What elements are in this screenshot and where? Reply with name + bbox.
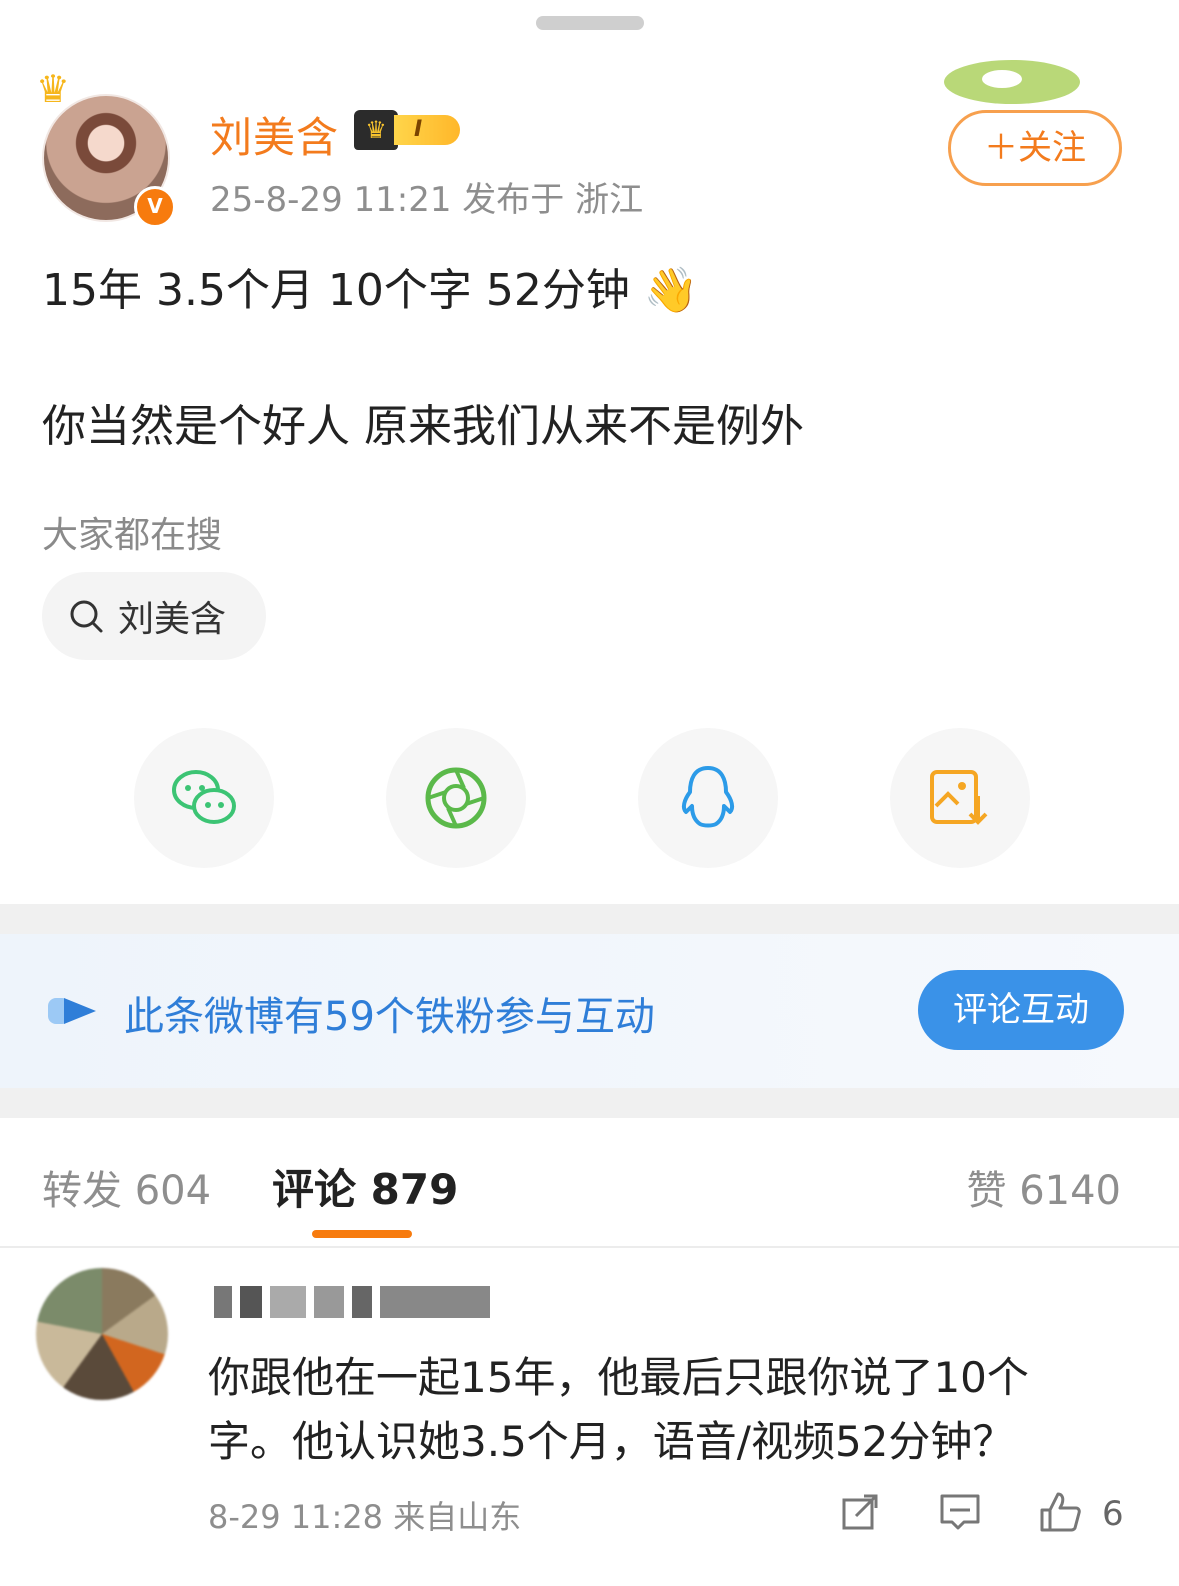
- share-moments-button[interactable]: [386, 728, 526, 868]
- redacted-block: [352, 1286, 372, 1318]
- comment-interact-button[interactable]: 评论互动: [918, 970, 1124, 1050]
- section-gap: [0, 904, 1179, 934]
- reply-icon[interactable]: [938, 1490, 982, 1534]
- fan-banner-text: 此条微博有59个铁粉参与互动: [124, 994, 655, 1040]
- post-text-line-1: 15年 3.5个月 10个字 52分钟 👋: [42, 265, 699, 316]
- vip-level: I: [394, 115, 460, 145]
- comment-text: 你跟他在一起15年，他最后只跟你说了10个字。他认识她3.5个月，语音/视频52…: [208, 1353, 1029, 1466]
- crown-icon: ♛: [36, 67, 71, 111]
- save-image-icon: [930, 770, 988, 825]
- comment-meta: 8-29 11:28 来自山东: [208, 1498, 522, 1536]
- author-name[interactable]: 刘美含: [210, 104, 339, 165]
- divider: [0, 1246, 1179, 1248]
- wechat-icon: [172, 770, 236, 824]
- save-image-button[interactable]: [890, 728, 1030, 868]
- share-wechat-button[interactable]: [134, 728, 274, 868]
- post-meta: 25-8-29 11:21 发布于 浙江: [210, 180, 644, 220]
- tab-comment[interactable]: 评论 879: [272, 1156, 458, 1217]
- search-chip-label: 刘美含: [118, 599, 227, 640]
- post-text-line-2: 你当然是个好人 原来我们从来不是例外: [42, 401, 804, 452]
- follow-button[interactable]: ＋关注: [948, 110, 1122, 186]
- search-icon: [70, 600, 103, 633]
- share-icon[interactable]: [838, 1490, 882, 1534]
- redacted-block: [240, 1286, 262, 1318]
- search-chip[interactable]: 刘美含: [42, 572, 266, 660]
- commenter-name-blurred[interactable]: [214, 1284, 524, 1320]
- author-avatar-group[interactable]: ♛ V: [36, 67, 186, 228]
- decoration-icon: [944, 60, 1080, 104]
- share-qq-button[interactable]: [638, 728, 778, 868]
- vip-crown-icon: ♛: [354, 110, 398, 150]
- active-tab-indicator: [312, 1230, 412, 1238]
- post-detail-sheet: ♛ V 刘美含 ♛ I 25-8-29 11:21 发布于 浙江 ＋关注 15年…: [0, 0, 1179, 1586]
- trending-search-label: 大家都在搜: [42, 515, 223, 556]
- redacted-block: [314, 1286, 344, 1318]
- section-gap: [0, 1088, 1179, 1118]
- verified-badge-icon: V: [134, 186, 176, 228]
- tab-repost[interactable]: 转发 604: [42, 1158, 211, 1216]
- comment-like-count: 6: [1102, 1494, 1124, 1534]
- redacted-block: [270, 1286, 306, 1318]
- drag-handle[interactable]: [536, 16, 644, 30]
- redacted-block: [380, 1286, 490, 1318]
- vip-badge[interactable]: ♛ I: [354, 110, 460, 150]
- moments-icon: [425, 767, 487, 829]
- qq-icon: [681, 766, 735, 828]
- redacted-block: [214, 1286, 232, 1318]
- fan-play-icon: [48, 998, 96, 1024]
- commenter-avatar[interactable]: [36, 1268, 168, 1400]
- tab-like[interactable]: 赞 6140: [966, 1158, 1121, 1216]
- like-icon[interactable]: [1038, 1490, 1082, 1534]
